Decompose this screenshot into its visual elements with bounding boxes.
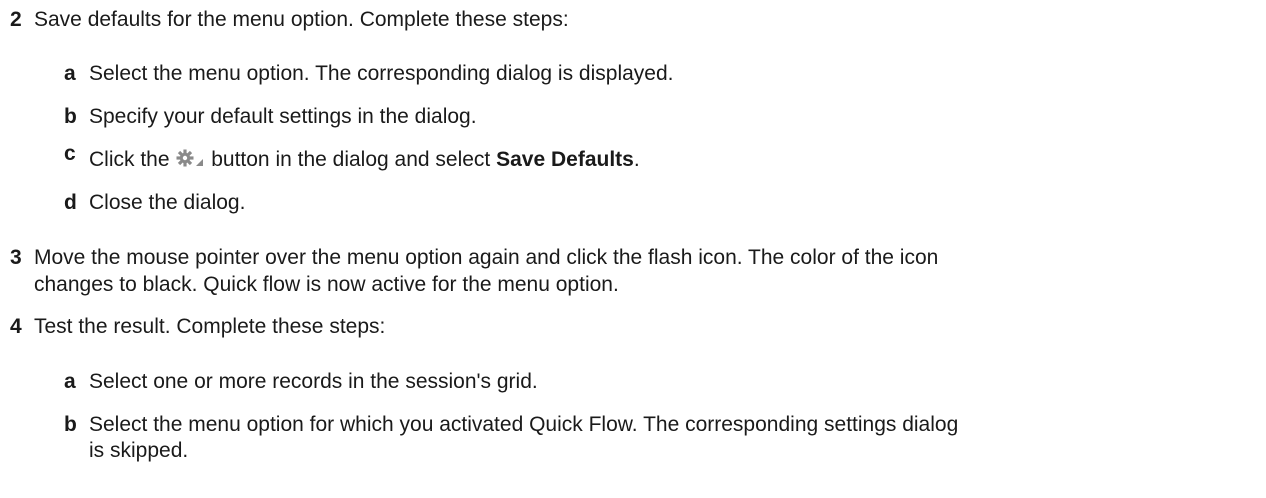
substep-text-line2: is skipped. <box>89 439 189 462</box>
step-text-line2: changes to black. Quick flow is now acti… <box>34 273 619 296</box>
step-number: 2 <box>10 8 22 31</box>
substep-text-line1: Select the menu option for which you act… <box>89 413 959 436</box>
substep-letter: b <box>64 413 77 436</box>
substep-text-middle: button in the dialog and select <box>211 148 491 171</box>
substep-text-after: . <box>633 148 640 171</box>
gear-dropdown-icon <box>175 149 205 169</box>
substep-text: Select the menu option. The correspondin… <box>89 62 674 85</box>
substep-text-before: Click the <box>89 148 170 171</box>
step-text: Save defaults for the menu option. Compl… <box>34 8 569 31</box>
substep-text: Select one or more records in the sessio… <box>89 370 538 393</box>
substep-text: Click the button in the dialog and selec… <box>89 147 640 173</box>
substep-letter: b <box>64 105 77 128</box>
substep-letter: a <box>64 62 76 85</box>
substep-text: Close the dialog. <box>89 191 246 214</box>
save-defaults-label: Save Defaults <box>496 148 634 171</box>
substep-letter: c <box>64 142 76 165</box>
document-page: 2 Save defaults for the menu option. Com… <box>0 0 1266 498</box>
substep-text: Specify your default settings in the dia… <box>89 105 477 128</box>
step-text: Test the result. Complete these steps: <box>34 315 386 338</box>
substep-letter: d <box>64 191 77 214</box>
step-number: 4 <box>10 315 22 338</box>
substep-letter: a <box>64 370 76 393</box>
step-text-line1: Move the mouse pointer over the menu opt… <box>34 246 939 269</box>
step-number: 3 <box>10 246 22 269</box>
